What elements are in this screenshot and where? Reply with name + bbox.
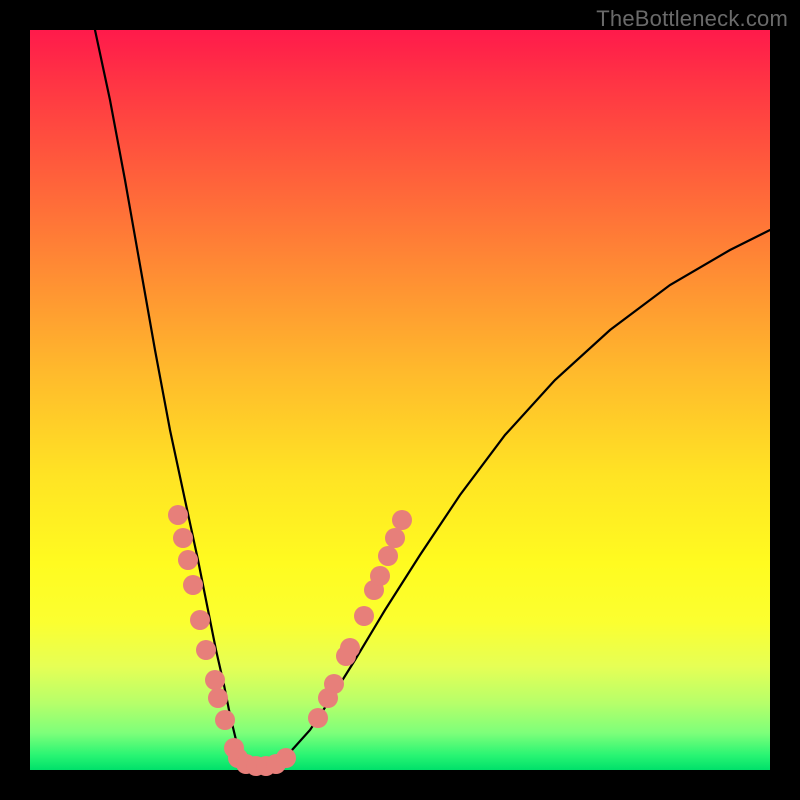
watermark-text: TheBottleneck.com — [596, 6, 788, 32]
chart-svg — [30, 30, 770, 770]
marker-dot — [208, 688, 228, 708]
bottleneck-curve — [95, 30, 770, 765]
marker-dot — [168, 505, 188, 525]
marker-dot — [308, 708, 328, 728]
marker-dot — [378, 546, 398, 566]
marker-dot — [173, 528, 193, 548]
marker-dot — [183, 575, 203, 595]
marker-dot — [392, 510, 412, 530]
marker-dot — [370, 566, 390, 586]
marker-dot — [324, 674, 344, 694]
marker-group — [168, 505, 412, 776]
marker-dot — [354, 606, 374, 626]
marker-dot — [215, 710, 235, 730]
plot-area — [30, 30, 770, 770]
marker-dot — [205, 670, 225, 690]
marker-dot — [276, 748, 296, 768]
marker-dot — [196, 640, 216, 660]
marker-dot — [178, 550, 198, 570]
marker-dot — [385, 528, 405, 548]
marker-dot — [340, 638, 360, 658]
marker-dot — [190, 610, 210, 630]
